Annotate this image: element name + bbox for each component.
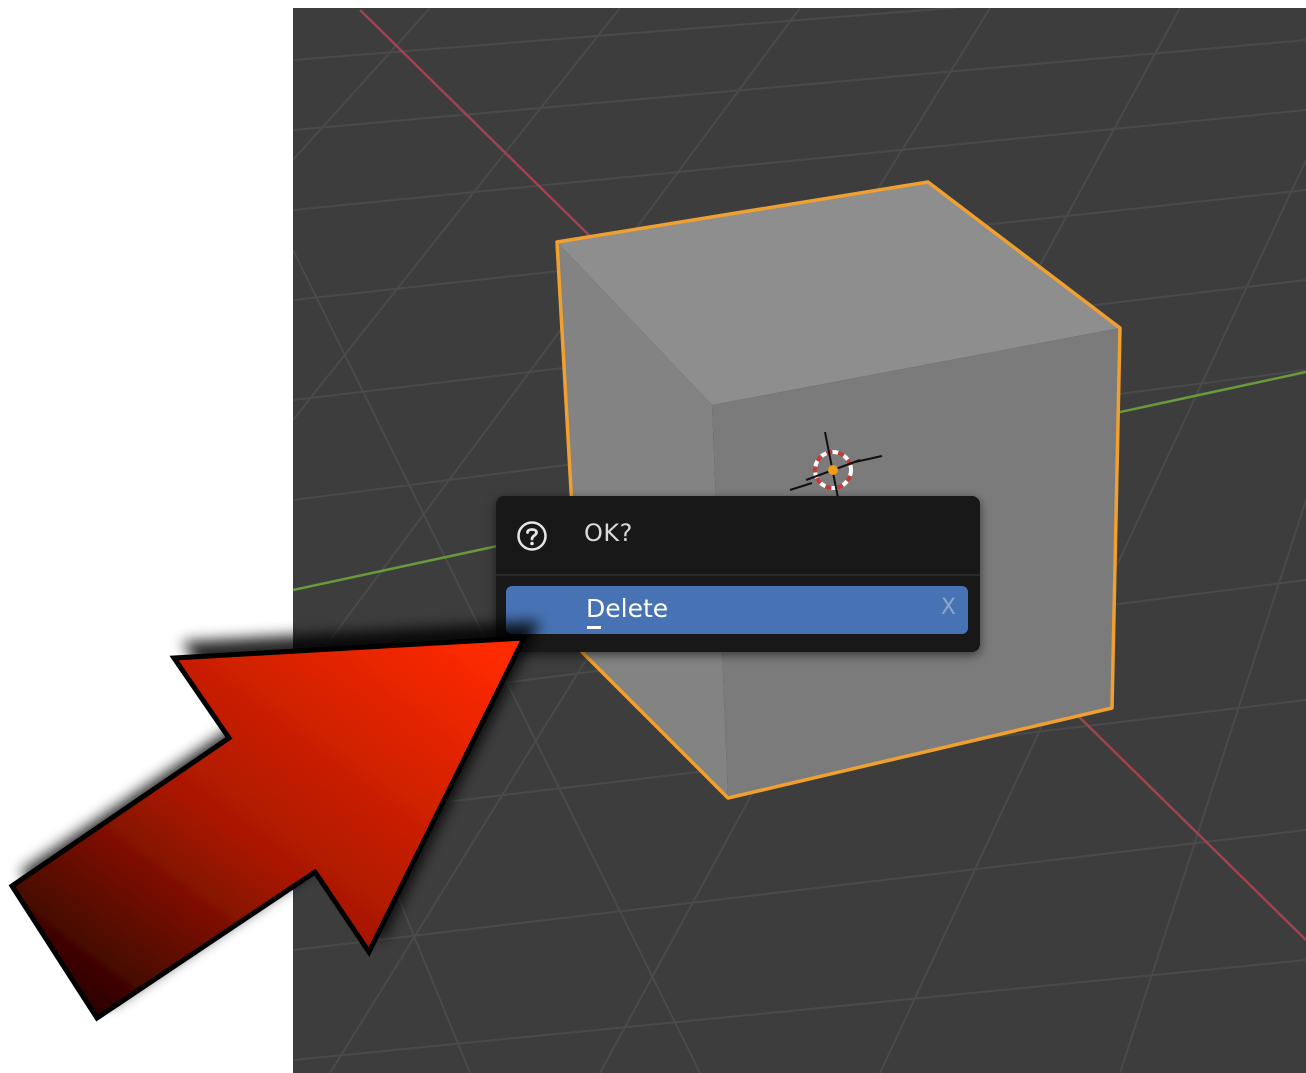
question-icon [517,521,547,551]
popup-divider [496,574,980,576]
cube-object[interactable] [555,180,1122,800]
popup-title: OK? [584,519,633,547]
popup-header: OK? [496,496,980,574]
delete-confirm-popup: OK? Delete X [496,496,980,652]
delete-shortcut-hint: X [940,595,956,620]
delete-button-label: Delete [586,594,669,623]
screenshot-stage: OK? Delete X [0,0,1306,1073]
delete-button[interactable]: Delete X [506,586,968,634]
mnemonic-underline [587,626,601,629]
